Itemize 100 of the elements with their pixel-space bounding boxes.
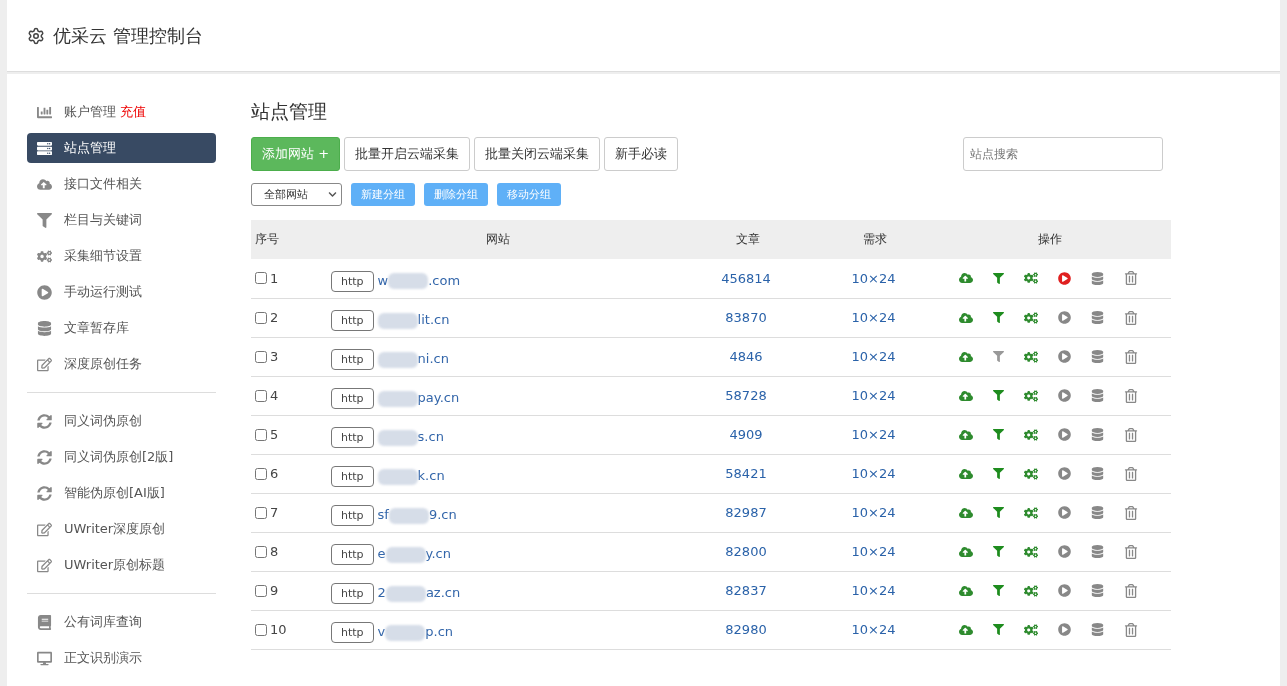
demand-value[interactable]: 10×24 (851, 583, 896, 598)
toolbar-button[interactable]: 新手必读 (604, 137, 679, 171)
filter-icon[interactable] (993, 585, 1004, 596)
sidebar-item[interactable]: 接口文件相关 (27, 169, 216, 199)
row-number[interactable]: 9 (255, 583, 317, 598)
row-number[interactable]: 10 (255, 622, 317, 637)
sidebar-item[interactable]: UWriter原创标题 (27, 550, 216, 580)
row-number[interactable]: 2 (255, 310, 317, 325)
row-checkbox[interactable] (255, 389, 267, 402)
play-icon[interactable] (1058, 545, 1071, 558)
gears-icon[interactable] (1024, 349, 1038, 364)
article-count[interactable]: 58421 (725, 466, 767, 481)
cloud-upload-icon[interactable] (959, 427, 973, 442)
filter-icon[interactable] (993, 624, 1004, 635)
trash-icon[interactable] (1124, 622, 1138, 637)
article-count[interactable]: 82800 (725, 544, 767, 559)
sidebar-item[interactable]: 同义词伪原创 (27, 406, 216, 436)
gears-icon[interactable] (1024, 466, 1038, 481)
filter-icon[interactable] (993, 312, 1004, 323)
row-checkbox[interactable] (255, 350, 267, 363)
database-icon[interactable] (1091, 506, 1104, 519)
sidebar-item[interactable]: 文章暂存库 (27, 313, 216, 343)
database-icon[interactable] (1091, 271, 1104, 285)
gears-icon[interactable] (1024, 427, 1038, 442)
article-count[interactable]: 82987 (725, 505, 767, 520)
demand-value[interactable]: 10×24 (851, 270, 896, 286)
play-icon[interactable] (1058, 428, 1071, 441)
filter-icon[interactable] (993, 351, 1004, 362)
filter-icon[interactable] (993, 272, 1004, 284)
filter-icon[interactable] (993, 429, 1004, 440)
row-number[interactable]: 1 (255, 270, 317, 286)
row-number[interactable]: 4 (255, 388, 317, 403)
cloud-upload-icon[interactable] (959, 544, 973, 559)
row-checkbox[interactable] (255, 272, 267, 285)
filter-icon[interactable] (993, 390, 1004, 401)
row-checkbox[interactable] (255, 506, 267, 519)
trash-icon[interactable] (1124, 349, 1138, 364)
sidebar-item[interactable]: 采集细节设置 (27, 241, 216, 271)
play-icon[interactable] (1058, 271, 1071, 285)
play-icon[interactable] (1058, 467, 1071, 480)
database-icon[interactable] (1091, 311, 1104, 324)
gears-icon[interactable] (1024, 622, 1038, 637)
cloud-upload-icon[interactable] (959, 622, 973, 637)
sidebar-item[interactable]: 站点管理 (27, 133, 216, 163)
demand-value[interactable]: 10×24 (851, 505, 896, 520)
play-icon[interactable] (1058, 311, 1071, 324)
recharge-link[interactable]: 充值 (120, 103, 146, 121)
demand-value[interactable]: 10×24 (851, 427, 896, 442)
demand-value[interactable]: 10×24 (851, 310, 896, 325)
gears-icon[interactable] (1024, 583, 1038, 598)
play-icon[interactable] (1058, 389, 1071, 402)
article-count[interactable]: 4909 (729, 427, 763, 442)
sidebar-item[interactable]: 公有词库查询 (27, 607, 216, 637)
row-number[interactable]: 5 (255, 427, 317, 442)
row-number[interactable]: 8 (255, 544, 317, 559)
row-checkbox[interactable] (255, 545, 267, 558)
cloud-upload-icon[interactable] (959, 505, 973, 520)
cloud-upload-icon[interactable] (959, 271, 973, 286)
filter-icon[interactable] (993, 468, 1004, 479)
sidebar-item[interactable]: 深度原创任务 (27, 349, 216, 379)
database-icon[interactable] (1091, 584, 1104, 597)
play-icon[interactable] (1058, 584, 1071, 597)
row-checkbox[interactable] (255, 623, 267, 636)
gears-icon[interactable] (1024, 310, 1038, 325)
trash-icon[interactable] (1124, 310, 1138, 325)
demand-value[interactable]: 10×24 (851, 388, 896, 403)
trash-icon[interactable] (1124, 466, 1138, 481)
trash-icon[interactable] (1124, 427, 1138, 442)
row-checkbox[interactable] (255, 428, 267, 441)
article-count[interactable]: 456814 (721, 270, 771, 286)
row-checkbox[interactable] (255, 584, 267, 597)
sidebar-item[interactable]: 智能伪原创[AI版] (27, 478, 216, 508)
demand-value[interactable]: 10×24 (851, 622, 896, 637)
sidebar-item[interactable]: 手动运行测试 (27, 277, 216, 307)
row-checkbox[interactable] (255, 467, 267, 480)
filter-icon[interactable] (993, 546, 1004, 557)
row-number[interactable]: 3 (255, 349, 317, 364)
trash-icon[interactable] (1124, 505, 1138, 520)
article-count[interactable]: 4846 (729, 349, 763, 364)
trash-icon[interactable] (1124, 583, 1138, 598)
row-number[interactable]: 6 (255, 466, 317, 481)
gears-icon[interactable] (1024, 544, 1038, 559)
cloud-upload-icon[interactable] (959, 349, 973, 364)
article-count[interactable]: 82980 (725, 622, 767, 637)
demand-value[interactable]: 10×24 (851, 349, 896, 364)
trash-icon[interactable] (1124, 544, 1138, 559)
play-icon[interactable] (1058, 623, 1071, 636)
database-icon[interactable] (1091, 467, 1104, 480)
gears-icon[interactable] (1024, 505, 1038, 520)
database-icon[interactable] (1091, 623, 1104, 636)
database-icon[interactable] (1091, 428, 1104, 441)
row-checkbox[interactable] (255, 311, 267, 324)
sidebar-item[interactable]: 账户管理 充值 (27, 97, 216, 127)
filter-icon[interactable] (993, 507, 1004, 518)
database-icon[interactable] (1091, 389, 1104, 402)
article-count[interactable]: 82837 (725, 583, 767, 598)
database-icon[interactable] (1091, 545, 1104, 558)
gears-icon[interactable] (1024, 388, 1038, 403)
demand-value[interactable]: 10×24 (851, 466, 896, 481)
article-count[interactable]: 83870 (725, 310, 767, 325)
